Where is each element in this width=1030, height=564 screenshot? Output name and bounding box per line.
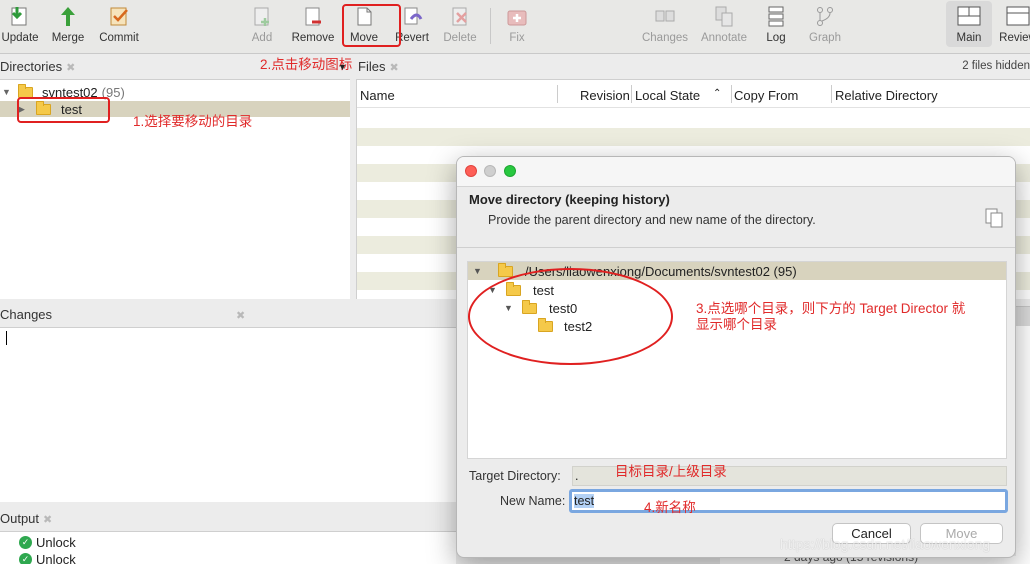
folder-icon bbox=[498, 262, 513, 277]
dropdown-arrow-icon: ▼ bbox=[338, 62, 347, 72]
delete-icon bbox=[448, 4, 472, 28]
revert-icon bbox=[400, 4, 424, 28]
col-copy-from[interactable]: Copy From bbox=[734, 88, 798, 103]
col-relative-directory[interactable]: Relative Directory bbox=[835, 88, 938, 103]
close-files-icon[interactable]: ✖ bbox=[389, 62, 398, 74]
review-view-icon bbox=[1006, 4, 1030, 28]
check-circle-icon: ✓ bbox=[19, 553, 32, 564]
files-header: Files ✖ bbox=[358, 59, 399, 74]
sort-ascending-icon: ⌃ bbox=[713, 88, 722, 99]
move-highlight-box bbox=[342, 4, 401, 47]
close-window-button[interactable] bbox=[465, 165, 477, 177]
add-button[interactable]: Add bbox=[246, 4, 278, 50]
toolbar: Update Merge Commit Add Remove Move Reve… bbox=[0, 0, 1030, 54]
add-icon bbox=[250, 4, 274, 28]
repo-folder-icon bbox=[18, 83, 33, 98]
review-view-button[interactable]: Review bbox=[998, 4, 1030, 50]
first-aid-icon bbox=[505, 4, 529, 28]
copy-document-icon bbox=[985, 207, 1005, 232]
output-log: ✓ Unlock ✓ Unlock bbox=[0, 531, 456, 564]
dialog-title: Move directory (keeping history) bbox=[469, 192, 670, 207]
merge-icon bbox=[56, 4, 80, 28]
new-name-input[interactable]: test bbox=[569, 489, 1008, 513]
log-button[interactable]: Log bbox=[760, 4, 792, 50]
changes-button[interactable]: Changes bbox=[640, 4, 690, 50]
col-name[interactable]: Name bbox=[360, 88, 395, 103]
dialog-subtitle: Provide the parent directory and new nam… bbox=[488, 213, 816, 227]
chevron-right-icon[interactable]: ▶ bbox=[0, 104, 25, 115]
changes-text-area[interactable] bbox=[0, 327, 456, 502]
main-view-button[interactable]: Main bbox=[946, 1, 992, 47]
directories-header: Directories ✖ bbox=[0, 59, 76, 74]
close-output-icon[interactable]: ✖ bbox=[43, 514, 52, 526]
right-pane-body bbox=[1016, 326, 1030, 564]
right-pane-header bbox=[1016, 306, 1030, 326]
annotate-button[interactable]: Annotate bbox=[698, 4, 750, 50]
minimize-window-button[interactable] bbox=[484, 165, 496, 177]
new-name-label: New Name: bbox=[500, 494, 566, 508]
col-revision[interactable]: Revision bbox=[580, 88, 630, 103]
changes-icon bbox=[653, 4, 677, 28]
table-row bbox=[357, 128, 1030, 146]
check-circle-icon: ✓ bbox=[19, 536, 32, 549]
files-hidden-label: 2 files hidden bbox=[962, 60, 1030, 72]
toolbar-separator bbox=[490, 8, 491, 44]
target-directory-label: Target Directory: bbox=[469, 469, 561, 483]
log-icon bbox=[764, 4, 788, 28]
output-header: Output ✖ bbox=[0, 511, 53, 526]
remove-icon bbox=[301, 4, 325, 28]
annotation-target-note: 目标目录/上级目录 bbox=[615, 464, 727, 479]
test-highlight-box bbox=[17, 97, 110, 123]
zoom-window-button[interactable] bbox=[504, 165, 516, 177]
close-changes-icon[interactable]: ✖ bbox=[236, 309, 245, 322]
close-directories-icon[interactable]: ✖ bbox=[66, 62, 75, 74]
commit-button[interactable]: Commit bbox=[96, 4, 142, 50]
col-local-state[interactable]: Local State bbox=[635, 88, 700, 103]
new-name-value: test bbox=[574, 494, 595, 508]
remove-button[interactable]: Remove bbox=[290, 4, 336, 50]
graph-button[interactable]: Graph bbox=[804, 4, 846, 50]
dialog-titlebar bbox=[457, 157, 1015, 187]
files-header-row: Name Revision Local State ⌃ Copy From Re… bbox=[357, 80, 1030, 108]
fix-button[interactable]: Fix bbox=[500, 4, 534, 50]
main-view-icon bbox=[957, 4, 981, 28]
dialog-divider bbox=[457, 247, 1015, 248]
output-line: ✓ Unlock bbox=[19, 552, 76, 564]
chevron-down-icon[interactable]: ▼ bbox=[468, 266, 484, 276]
text-cursor bbox=[6, 331, 7, 345]
annotation-step4: 4.新名称 bbox=[644, 500, 696, 515]
update-button[interactable]: Update bbox=[0, 4, 40, 50]
graph-icon bbox=[813, 4, 837, 28]
merge-button[interactable]: Merge bbox=[48, 4, 88, 50]
watermark: https://blog.csdn.net/liaowenxiong bbox=[780, 536, 991, 552]
commit-icon bbox=[107, 4, 131, 28]
annotate-icon bbox=[712, 4, 736, 28]
tree-highlight-ellipse bbox=[468, 268, 673, 365]
output-line: ✓ Unlock bbox=[19, 535, 76, 550]
annotation-step3-line2: 显示哪个目录 bbox=[696, 317, 777, 332]
changes-header: Changes ✖ bbox=[0, 307, 246, 322]
update-icon bbox=[8, 4, 32, 28]
delete-button[interactable]: Delete bbox=[440, 4, 480, 50]
chevron-down-icon[interactable]: ▼ bbox=[2, 87, 18, 97]
annotation-step1: 1.选择要移动的目录 bbox=[133, 114, 253, 129]
